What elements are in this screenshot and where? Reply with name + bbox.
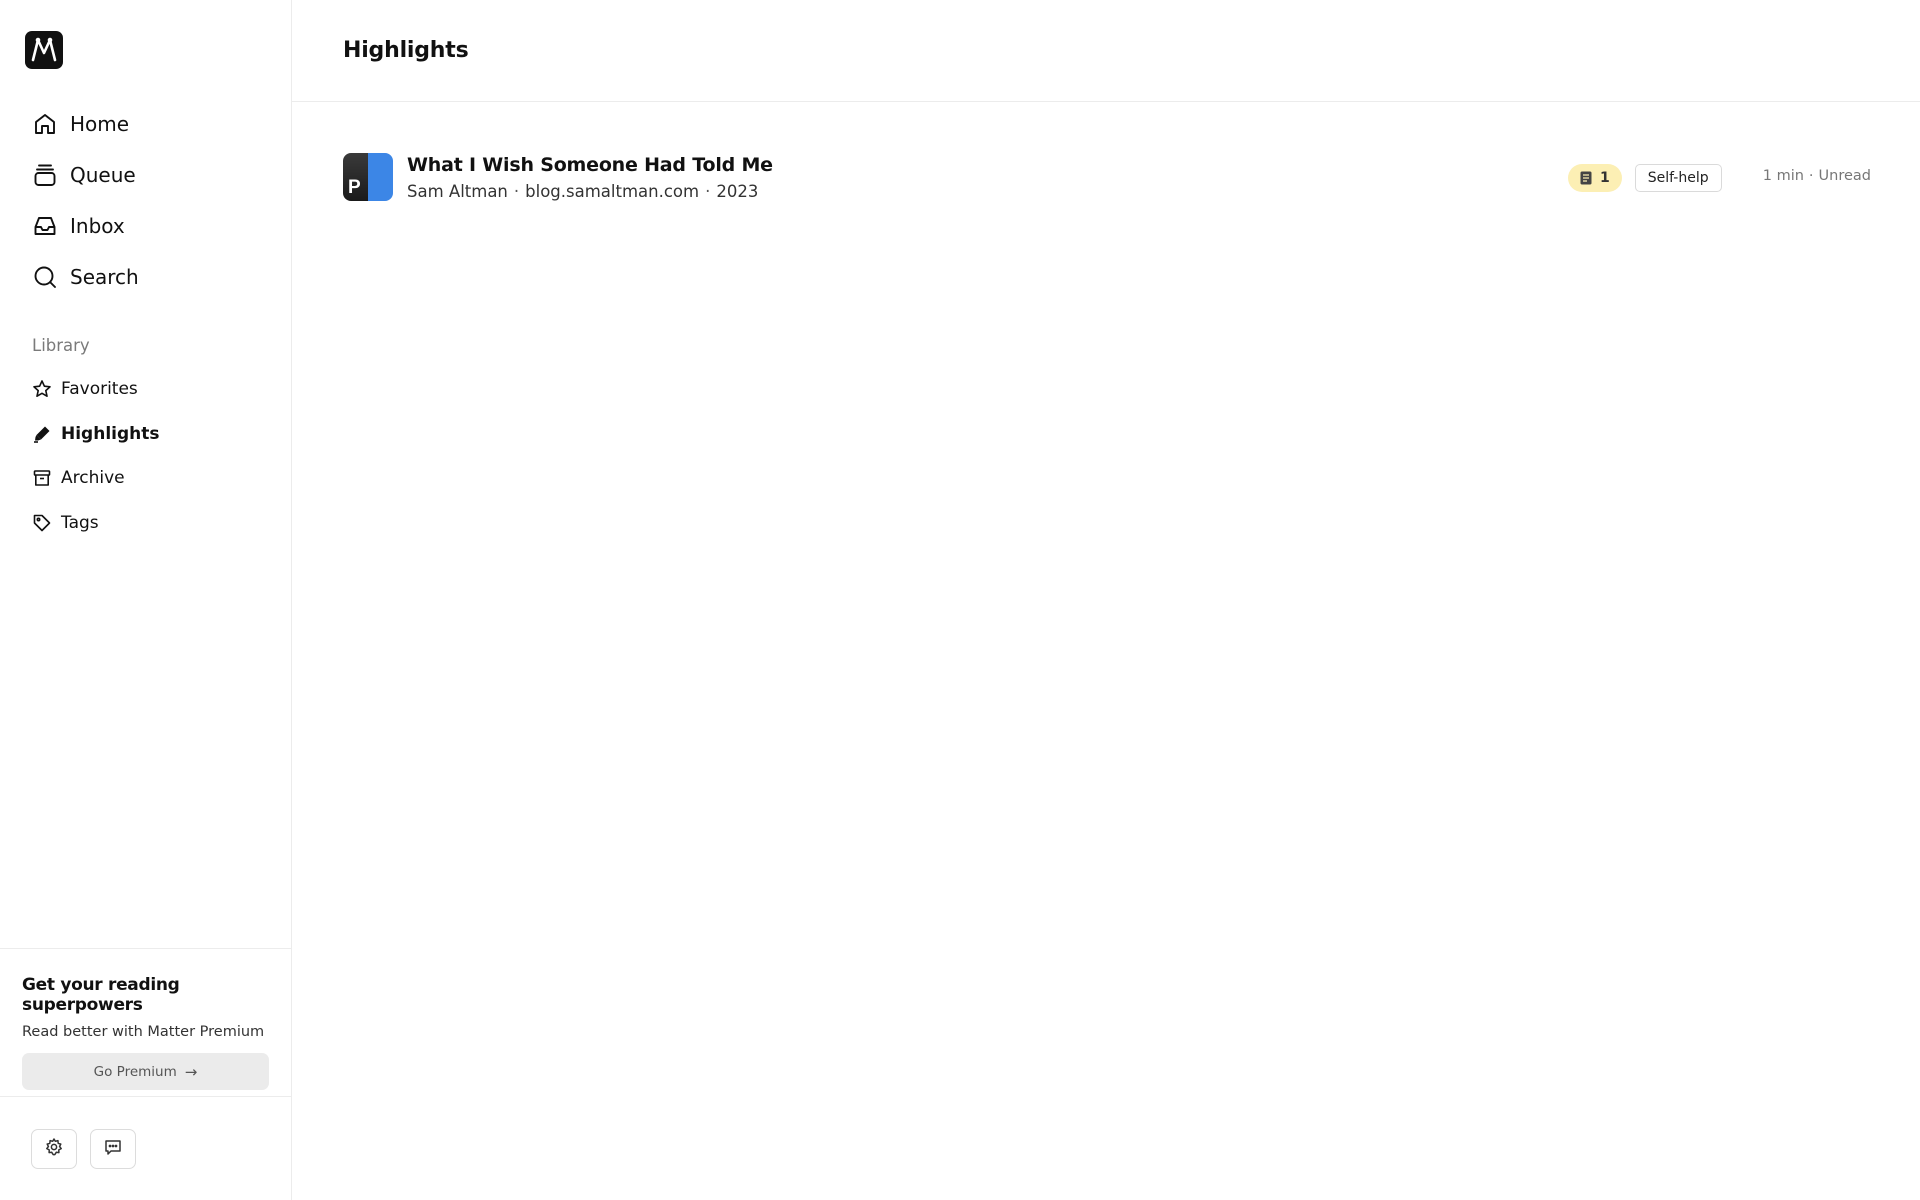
go-premium-label: Go Premium bbox=[93, 1063, 177, 1080]
arrow-right-icon: → bbox=[184, 1062, 198, 1081]
star-icon bbox=[32, 379, 52, 399]
meta-separator: · bbox=[705, 181, 711, 201]
queue-icon bbox=[32, 162, 58, 188]
feedback-button[interactable] bbox=[90, 1129, 136, 1169]
sidebar-item-highlights[interactable]: Highlights bbox=[0, 412, 292, 457]
article-text: What I Wish Someone Had Told Me Sam Altm… bbox=[407, 154, 773, 201]
archive-icon bbox=[32, 468, 52, 488]
matter-logo-icon bbox=[31, 37, 57, 62]
sidebar-label-archive: Archive bbox=[61, 468, 125, 489]
primary-nav: Home Queue Inbox Search bbox=[0, 98, 292, 302]
search-icon bbox=[32, 264, 58, 290]
sidebar-label-tags: Tags bbox=[61, 512, 99, 533]
article-author: Sam Altman bbox=[407, 181, 508, 201]
promo-title: Get your reading superpowers bbox=[22, 975, 180, 1015]
sidebar-label-favorites: Favorites bbox=[61, 379, 138, 400]
nav-item-inbox[interactable]: Inbox bbox=[0, 200, 292, 251]
nav-item-search[interactable]: Search bbox=[0, 251, 292, 302]
tag-chip[interactable]: Self-help bbox=[1634, 164, 1722, 192]
main-content: Highlights P What I Wish Someone Had Tol… bbox=[292, 0, 1920, 1200]
nav-label-inbox: Inbox bbox=[70, 213, 125, 238]
page-header: Highlights bbox=[292, 0, 1920, 102]
nav-item-queue[interactable]: Queue bbox=[0, 149, 292, 200]
app-window: Home Queue Inbox Search Library Favorite… bbox=[0, 0, 1920, 1200]
nav-item-home[interactable]: Home bbox=[0, 98, 292, 149]
sidebar-footer bbox=[31, 1129, 136, 1169]
inbox-icon bbox=[32, 213, 58, 239]
article-title: What I Wish Someone Had Told Me bbox=[407, 153, 773, 176]
nav-label-home: Home bbox=[70, 111, 130, 136]
sidebar-item-archive[interactable]: Archive bbox=[0, 456, 292, 501]
article-row[interactable]: P What I Wish Someone Had Told Me Sam Al… bbox=[343, 150, 1871, 204]
go-premium-button[interactable]: Go Premium → bbox=[22, 1053, 269, 1090]
highlighter-icon bbox=[32, 424, 52, 444]
premium-promo: Get your reading superpowers Read better… bbox=[0, 948, 292, 1097]
home-icon bbox=[32, 111, 58, 137]
article-thumbnail: P bbox=[343, 153, 393, 201]
article-meta: Sam Altman · blog.samaltman.com · 2023 bbox=[407, 182, 773, 201]
sidebar-label-highlights: Highlights bbox=[61, 423, 160, 444]
sidebar-item-tags[interactable]: Tags bbox=[0, 501, 292, 546]
gear-icon bbox=[44, 1137, 64, 1161]
highlight-count-badge[interactable]: 1 bbox=[1568, 164, 1622, 192]
article-source: blog.samaltman.com bbox=[525, 181, 700, 201]
tag-icon bbox=[32, 513, 52, 533]
article-status: 1 min · Unread bbox=[1763, 168, 1871, 184]
page-title: Highlights bbox=[343, 38, 469, 63]
library-section-title: Library bbox=[32, 336, 90, 355]
article-badges: 1 Self-help bbox=[1568, 164, 1722, 192]
read-time: 1 min bbox=[1762, 168, 1804, 184]
settings-button[interactable] bbox=[31, 1129, 77, 1169]
highlight-count: 1 bbox=[1600, 170, 1610, 186]
meta-separator: · bbox=[513, 181, 520, 201]
promo-subtitle: Read better with Matter Premium bbox=[22, 1024, 265, 1040]
article-year: 2023 bbox=[716, 181, 759, 201]
library-nav: Favorites Highlights Archive Tags bbox=[0, 367, 292, 545]
nav-label-queue: Queue bbox=[70, 162, 136, 187]
status-separator: · bbox=[1808, 168, 1814, 184]
sidebar: Home Queue Inbox Search Library Favorite… bbox=[0, 0, 292, 1200]
thumbnail-letter: P bbox=[348, 177, 361, 198]
nav-label-search: Search bbox=[70, 264, 139, 289]
read-status: Unread bbox=[1818, 168, 1871, 184]
chat-icon bbox=[103, 1137, 123, 1161]
sidebar-item-favorites[interactable]: Favorites bbox=[0, 367, 292, 412]
app-logo[interactable] bbox=[25, 31, 63, 69]
note-icon bbox=[1580, 171, 1592, 185]
